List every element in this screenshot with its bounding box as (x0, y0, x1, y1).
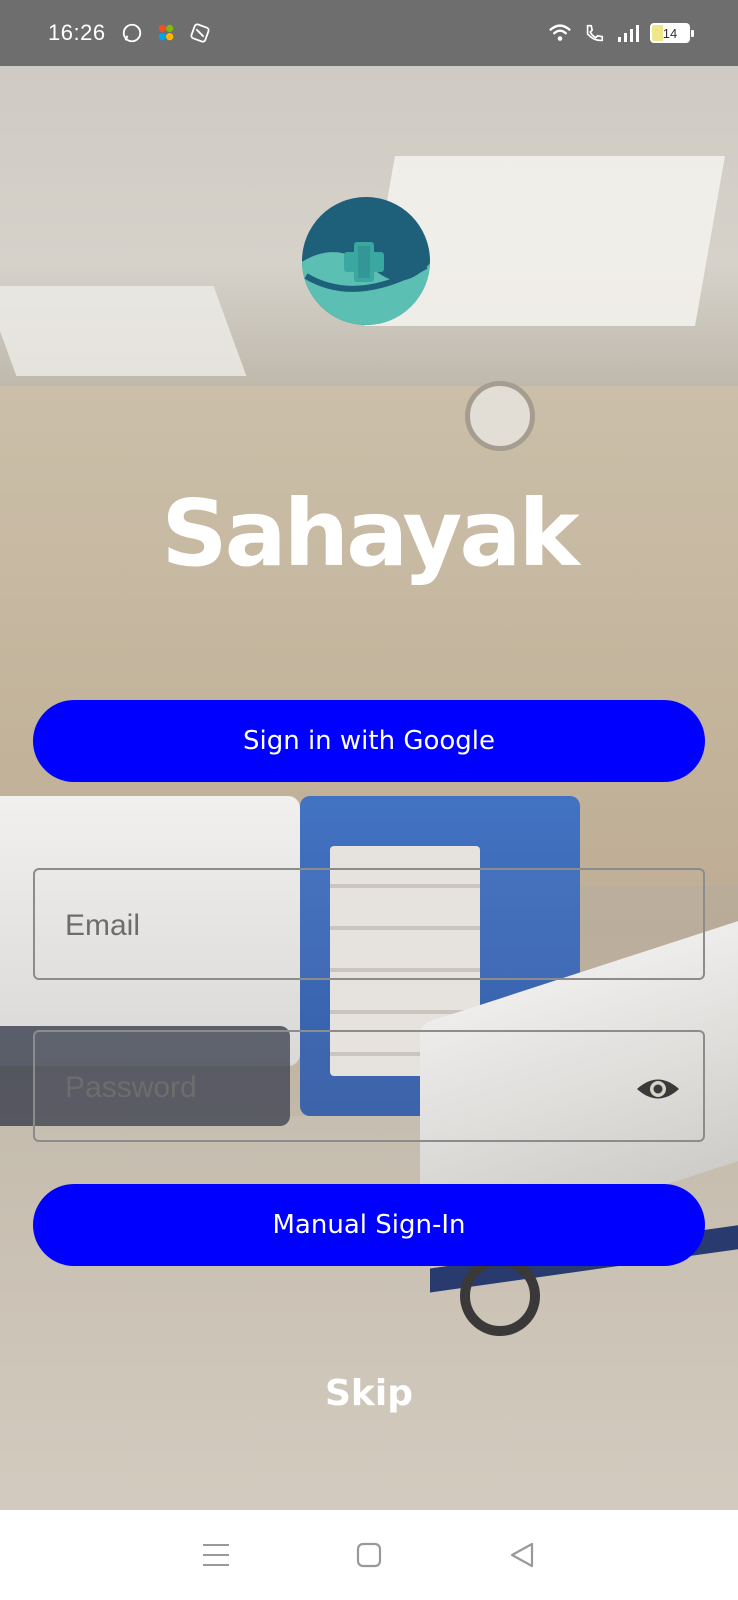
wifi-icon (548, 21, 572, 45)
status-right: 14 (548, 21, 694, 45)
whatsapp-icon (120, 21, 144, 45)
password-field[interactable] (33, 1030, 705, 1142)
status-bar: 16:26 14 (0, 0, 738, 66)
email-field[interactable] (33, 868, 705, 980)
menu-icon[interactable] (196, 1535, 236, 1575)
battery-icon: 14 (650, 23, 694, 43)
back-icon[interactable] (502, 1535, 542, 1575)
google-sign-in-button[interactable]: Sign in with Google (33, 700, 705, 782)
signal-icon (616, 21, 640, 45)
eye-icon[interactable] (635, 1066, 681, 1112)
status-time: 16:26 (48, 20, 106, 45)
wifi-call-icon (582, 21, 606, 45)
app-icon (188, 21, 212, 45)
home-icon[interactable] (349, 1535, 389, 1575)
app-title: Sahayak (161, 480, 579, 587)
skip-button[interactable]: Skip (0, 1373, 738, 1414)
password-input[interactable] (65, 1062, 625, 1114)
status-left-icons (120, 21, 212, 45)
microsoft-icon (154, 21, 178, 45)
navigation-bar (0, 1510, 738, 1600)
ceiling-light (0, 286, 247, 376)
wall-clock (465, 381, 535, 451)
manual-sign-in-button[interactable]: Manual Sign-In (33, 1184, 705, 1266)
bed-wheel (460, 1256, 540, 1336)
email-input[interactable] (65, 900, 625, 952)
app-logo (296, 196, 436, 326)
